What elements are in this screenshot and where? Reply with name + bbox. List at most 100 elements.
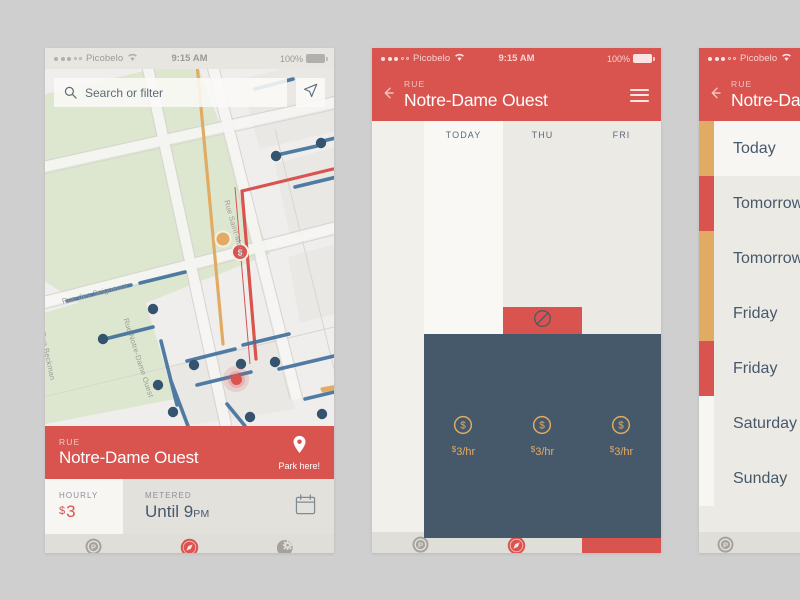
- phone-day-list-screen: Picobelo RUE Notre-Da Today Tomorrow Tom…: [699, 48, 800, 553]
- parking-pin-icon: P: [84, 538, 103, 553]
- time-axis-gutter: 8AM 9AM 6PM: [372, 121, 653, 538]
- wifi-icon: [781, 53, 792, 64]
- list-item-label: Tomorrow: [733, 249, 800, 267]
- metered-suffix: PM: [193, 508, 210, 520]
- screens-stage: Picobelo 9:15 AM 100% $ Rue Saint-Martin…: [0, 0, 800, 600]
- status-swatch: [699, 396, 714, 451]
- tab-activity[interactable]: P ACTIVITY: [372, 536, 468, 554]
- current-location-marker[interactable]: [223, 366, 249, 392]
- battery-full-icon: [633, 54, 655, 63]
- schedule-columns: 8AM 9AM 6PM TODAY $ $3/hr: [372, 121, 661, 553]
- dollar-coin-icon: $: [453, 415, 473, 440]
- tab-activity[interactable]: P ACTIVITY: [45, 538, 141, 553]
- search-input[interactable]: Search or filter: [54, 78, 287, 107]
- compass-icon: [180, 538, 199, 553]
- hourly-rate-cell[interactable]: HOURLY $3: [45, 479, 123, 534]
- list-item[interactable]: Sunday: [699, 451, 800, 506]
- schedule-grid: 8AM 9AM 6PM TODAY $ $3/hr: [372, 121, 661, 553]
- back-button[interactable]: [711, 86, 727, 104]
- no-parking-block[interactable]: [503, 307, 582, 334]
- battery-full-icon: [306, 54, 328, 63]
- street-info-labels: RUE Notre-Dame Ouest: [59, 437, 266, 468]
- svg-text:P: P: [91, 542, 96, 551]
- status-bar: Picobelo 9:15 AM 100%: [372, 48, 661, 69]
- locate-me-button[interactable]: [296, 78, 325, 107]
- busy-block[interactable]: $ $3/hr: [582, 334, 661, 538]
- price-label: $3/hr: [452, 445, 475, 458]
- street-name: Notre-Dame Ouest: [59, 448, 199, 467]
- street-info-bar: RUE Notre-Dame Ouest Park here!: [45, 426, 334, 479]
- no-parking-block[interactable]: [582, 538, 661, 553]
- day-header-fri: FRI: [612, 129, 631, 140]
- list-item[interactable]: Today: [699, 121, 800, 176]
- svg-text:$: $: [461, 420, 467, 431]
- metered-rate-cell[interactable]: METERED Until 9PM: [123, 479, 276, 534]
- navigation-arrow-icon: [303, 83, 318, 103]
- svg-text:P: P: [723, 540, 728, 549]
- hamburger-menu-icon[interactable]: [630, 88, 649, 102]
- back-button[interactable]: [384, 86, 400, 104]
- no-parking-icon: [612, 552, 631, 553]
- list-item[interactable]: Friday: [699, 341, 800, 396]
- status-bar: Picobelo: [699, 48, 800, 69]
- price-group: $ $3/hr: [452, 415, 475, 458]
- schedule-header: RUE Notre-Dame Ouest: [372, 69, 661, 121]
- map-canvas[interactable]: $ Rue Saint-Martin Rue des Seigneurs Rue…: [45, 69, 334, 426]
- park-here-label: Park here!: [278, 460, 320, 471]
- dollar-coin-icon: $: [532, 415, 552, 440]
- day-list: Today Tomorrow Tomorrow Friday Friday Sa…: [699, 121, 800, 532]
- phone-schedule-screen: Picobelo 9:15 AM 100% RUE Notre-Dame Oue…: [372, 48, 661, 553]
- gear-icon: [276, 538, 295, 553]
- busy-block[interactable]: $ $3/hr: [503, 334, 582, 538]
- calendar-button[interactable]: [276, 479, 334, 534]
- list-item[interactable]: Tomorrow: [699, 176, 800, 231]
- price-value: 3/hr: [535, 445, 555, 458]
- tab-map[interactable]: MAP: [141, 538, 237, 553]
- search-icon: [64, 86, 77, 99]
- search-placeholder-text: Search or filter: [85, 85, 164, 100]
- schedule-header-labels: RUE Notre-Dame Ouest: [404, 79, 630, 111]
- status-swatch: [699, 176, 714, 231]
- status-swatch: [699, 286, 714, 341]
- map-search-bar: Search or filter: [54, 78, 325, 107]
- phone-map-screen: Picobelo 9:15 AM 100% $ Rue Saint-Martin…: [45, 48, 334, 553]
- dollar-coin-icon: $: [611, 415, 631, 440]
- day-list-header: RUE Notre-Da: [699, 69, 800, 121]
- rate-info-row: HOURLY $3 METERED Until 9PM: [45, 479, 334, 534]
- compass-icon: [507, 536, 526, 553]
- status-swatch: [699, 231, 714, 286]
- svg-text:$: $: [619, 420, 625, 431]
- svg-text:P: P: [418, 540, 423, 549]
- list-item-label: Saturday: [733, 414, 798, 432]
- status-bar-left: Picobelo: [708, 53, 792, 64]
- status-bar: Picobelo 9:15 AM 100%: [45, 48, 334, 69]
- schedule-column-fri[interactable]: FRI $ $3/hr: [582, 121, 661, 553]
- status-swatch: [699, 341, 714, 396]
- price-group: $ $3/hr: [610, 415, 633, 458]
- status-bar-right: 100%: [280, 54, 328, 64]
- list-item-label: Today: [733, 139, 776, 157]
- list-item-label: Friday: [733, 304, 778, 322]
- busy-block[interactable]: $ $3/hr: [424, 334, 503, 538]
- hourly-rate-number: 3: [66, 502, 76, 521]
- metered-label: METERED: [145, 491, 192, 500]
- tab-settings[interactable]: SETTINGS: [238, 538, 334, 553]
- schedule-column-thu[interactable]: THU $ $3/hr: [503, 121, 582, 538]
- page-title: Notre-Dame Ouest: [404, 90, 548, 110]
- svg-text:$: $: [238, 249, 243, 258]
- list-item-label: Tomorrow: [733, 194, 800, 212]
- page-title: Notre-Da: [731, 90, 800, 110]
- signal-dots-icon: [708, 56, 736, 61]
- street-kicker: RUE: [404, 79, 426, 89]
- tab-map[interactable]: MAP: [468, 536, 564, 553]
- list-item[interactable]: Saturday: [699, 396, 800, 451]
- park-here-button[interactable]: Park here!: [266, 435, 320, 471]
- list-item[interactable]: Friday: [699, 286, 800, 341]
- tab-activity[interactable]: P ACTIVITY: [699, 536, 752, 554]
- day-header-thu: THU: [531, 129, 554, 140]
- street-kicker: RUE: [59, 437, 81, 447]
- schedule-column-today[interactable]: TODAY $ $3/hr: [424, 121, 503, 538]
- parking-pin-icon: P: [716, 536, 735, 554]
- list-item[interactable]: Tomorrow: [699, 231, 800, 286]
- metered-value: Until 9PM: [145, 502, 276, 522]
